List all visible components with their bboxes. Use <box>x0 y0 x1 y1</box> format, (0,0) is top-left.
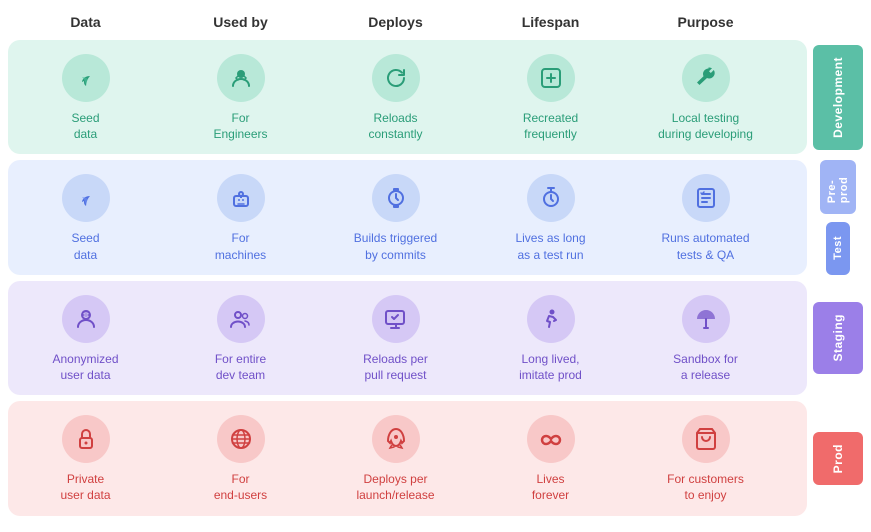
cell-icon-staging-3 <box>527 295 575 343</box>
cell-icon-staging-4 <box>682 295 730 343</box>
cell-staging-3: Long lived, imitate prod <box>473 281 628 395</box>
cell-test-0: Seed data <box>8 160 163 274</box>
header-row: Data Used by Deploys Lifespan Purpose <box>8 10 863 34</box>
section-prod: Private user data For end-users Deploys pe… <box>8 401 863 515</box>
cell-label-test-4: Runs automated tests & QA <box>661 230 749 262</box>
cell-icon-test-4 <box>682 174 730 222</box>
cell-prod-2: Deploys per launch/release <box>318 401 473 515</box>
cell-label-prod-3: Lives forever <box>532 471 569 503</box>
cell-icon-prod-4 <box>682 415 730 463</box>
cell-test-4: Runs automated tests & QA <box>628 160 783 274</box>
section-label-preprod: Pre-prod <box>820 160 856 213</box>
cell-label-staging-3: Long lived, imitate prod <box>519 351 582 383</box>
section-staging: Anonymized user data For entire dev team R… <box>8 281 863 395</box>
col-header-data: Data <box>8 10 163 34</box>
col-header-deploys: Deploys <box>318 10 473 34</box>
cell-icon-test-2 <box>372 174 420 222</box>
cell-prod-3: Lives forever <box>473 401 628 515</box>
section-label-inner-development: Development <box>813 45 863 150</box>
section-test: Seed data For machines Builds triggered by… <box>8 160 863 274</box>
cell-prod-4: For customers to enjoy <box>628 401 783 515</box>
test-text: Test <box>832 236 844 260</box>
cell-staging-4: Sandbox for a release <box>628 281 783 395</box>
section-label-test: Pre-prod Test <box>813 160 863 274</box>
preprod-text: Pre-prod <box>826 170 850 203</box>
cell-development-2: Reloads constantly <box>318 40 473 154</box>
main-container: Data Used by Deploys Lifespan Purpose Se… <box>0 0 871 532</box>
cell-icon-prod-2 <box>372 415 420 463</box>
col-header-usedby: Used by <box>163 10 318 34</box>
section-label-development: Development <box>813 40 863 154</box>
cell-staging-0: Anonymized user data <box>8 281 163 395</box>
cell-label-prod-0: Private user data <box>60 471 110 503</box>
cell-icon-prod-0 <box>62 415 110 463</box>
cell-staging-1: For entire dev team <box>163 281 318 395</box>
cell-label-test-1: For machines <box>215 230 266 262</box>
cell-icon-test-3 <box>527 174 575 222</box>
cell-icon-development-4 <box>682 54 730 102</box>
col-header-purpose: Purpose <box>628 10 783 34</box>
cell-staging-2: Reloads per pull request <box>318 281 473 395</box>
section-development: Seed data For Engineers Reloads constantly… <box>8 40 863 154</box>
section-label-inner-staging: Staging <box>813 302 863 374</box>
cell-development-0: Seed data <box>8 40 163 154</box>
cell-icon-test-1 <box>217 174 265 222</box>
section-label-text-prod: Prod <box>831 444 845 473</box>
cell-test-1: For machines <box>163 160 318 274</box>
cell-icon-development-0 <box>62 54 110 102</box>
cell-label-development-4: Local testing during developing <box>658 110 753 142</box>
sections-container: Seed data For Engineers Reloads constantly… <box>8 40 863 516</box>
cell-icon-staging-2 <box>372 295 420 343</box>
cell-label-development-0: Seed data <box>71 110 99 142</box>
cell-icon-prod-3 <box>527 415 575 463</box>
col-header-empty <box>783 10 843 34</box>
cell-prod-1: For end-users <box>163 401 318 515</box>
section-label-inner-prod: Prod <box>813 432 863 485</box>
section-label-prod: Prod <box>813 401 863 515</box>
cell-label-staging-0: Anonymized user data <box>52 351 118 383</box>
cell-test-3: Lives as long as a test run <box>473 160 628 274</box>
cell-label-prod-1: For end-users <box>214 471 267 503</box>
cell-development-4: Local testing during developing <box>628 40 783 154</box>
cell-development-1: For Engineers <box>163 40 318 154</box>
cell-development-3: Recreated frequently <box>473 40 628 154</box>
cell-icon-development-1 <box>217 54 265 102</box>
section-label-text-development: Development <box>831 57 845 138</box>
cell-label-staging-1: For entire dev team <box>215 351 266 383</box>
cell-icon-test-0 <box>62 174 110 222</box>
cell-icon-development-3 <box>527 54 575 102</box>
cell-test-2: Builds triggered by commits <box>318 160 473 274</box>
cell-label-test-3: Lives as long as a test run <box>515 230 585 262</box>
cell-label-prod-2: Deploys per launch/release <box>356 471 434 503</box>
cell-icon-staging-1 <box>217 295 265 343</box>
cell-label-test-0: Seed data <box>71 230 99 262</box>
cell-label-staging-2: Reloads per pull request <box>363 351 428 383</box>
cell-icon-staging-0 <box>62 295 110 343</box>
cell-label-staging-4: Sandbox for a release <box>673 351 738 383</box>
section-label-test-inner: Test <box>826 222 850 275</box>
cell-icon-development-2 <box>372 54 420 102</box>
cell-label-development-2: Reloads constantly <box>368 110 422 142</box>
section-label-text-staging: Staging <box>831 314 845 362</box>
section-label-staging: Staging <box>813 281 863 395</box>
cell-label-prod-4: For customers to enjoy <box>667 471 744 503</box>
cell-label-development-1: For Engineers <box>213 110 267 142</box>
cell-prod-0: Private user data <box>8 401 163 515</box>
cell-label-test-2: Builds triggered by commits <box>354 230 437 262</box>
cell-icon-prod-1 <box>217 415 265 463</box>
cell-label-development-3: Recreated frequently <box>523 110 578 142</box>
col-header-lifespan: Lifespan <box>473 10 628 34</box>
